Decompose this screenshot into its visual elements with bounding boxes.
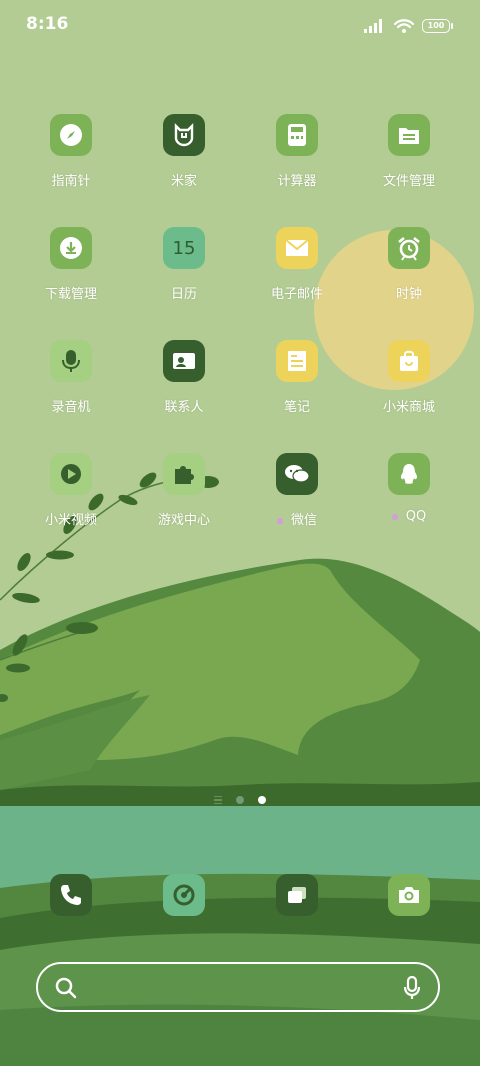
app-label: 指南针 — [51, 174, 91, 189]
app-file-manager[interactable]: 文件管理 — [354, 114, 464, 214]
search-bar[interactable] — [36, 962, 440, 1012]
multitask-icon — [288, 887, 306, 903]
alarm-clock-icon — [388, 227, 430, 269]
page-dot-active[interactable] — [258, 796, 266, 804]
dock-browser[interactable] — [163, 874, 205, 916]
app-label: 下载管理 — [44, 287, 97, 302]
minus-one-screen-icon[interactable] — [214, 796, 222, 804]
search-icon[interactable] — [54, 976, 78, 1000]
puzzle-icon — [163, 453, 205, 495]
browser-icon — [173, 884, 195, 906]
status-icons: 100 — [364, 16, 453, 36]
app-label: 小米视频 — [44, 513, 97, 528]
qq-icon — [388, 453, 430, 495]
app-qq[interactable]: QQ — [354, 453, 464, 553]
video-icon — [50, 453, 92, 495]
app-label: 日历 — [170, 287, 197, 302]
app-label-text: 微信 — [290, 513, 317, 528]
mail-icon — [276, 227, 318, 269]
app-compass[interactable]: 指南针 — [16, 114, 126, 214]
microphone-icon — [50, 340, 92, 382]
app-contacts[interactable]: 联系人 — [129, 340, 239, 440]
app-mi-video[interactable]: 小米视频 — [16, 453, 126, 553]
compass-icon — [50, 114, 92, 156]
calendar-icon: 15 — [163, 227, 205, 269]
mijia-icon — [163, 114, 205, 156]
app-label: 笔记 — [283, 400, 310, 415]
dock-camera[interactable] — [388, 874, 430, 916]
app-label: 微信 — [242, 509, 352, 528]
phone-icon — [61, 885, 81, 905]
status-bar: 8:16 100 — [0, 0, 480, 50]
app-email[interactable]: 电子邮件 — [242, 227, 352, 327]
app-label: 计算器 — [277, 174, 317, 189]
app-recorder[interactable]: 录音机 — [16, 340, 126, 440]
app-label: 小米商城 — [382, 400, 435, 415]
camera-icon — [399, 887, 419, 903]
battery-indicator: 100 — [422, 19, 453, 33]
app-label: 米家 — [170, 174, 197, 189]
app-label: 时钟 — [395, 287, 422, 302]
new-badge-dot — [276, 517, 283, 524]
app-calendar[interactable]: 15 日历 — [129, 227, 239, 327]
app-mi-store[interactable]: 小米商城 — [354, 340, 464, 440]
dock-multitask[interactable] — [276, 874, 318, 916]
calculator-icon — [276, 114, 318, 156]
app-label-text: QQ — [405, 509, 427, 524]
app-label: QQ — [354, 509, 464, 524]
app-label: 电子邮件 — [270, 287, 323, 302]
new-badge-dot — [391, 513, 398, 520]
app-label: 游戏中心 — [157, 513, 210, 528]
app-wechat[interactable]: 微信 — [242, 453, 352, 553]
download-icon — [50, 227, 92, 269]
notes-icon — [276, 340, 318, 382]
signal-icon — [364, 19, 382, 33]
app-mijia[interactable]: 米家 — [129, 114, 239, 214]
page-indicator[interactable] — [214, 796, 266, 804]
file-manager-icon — [388, 114, 430, 156]
app-label: 文件管理 — [382, 174, 435, 189]
page-dot[interactable] — [236, 796, 244, 804]
app-game-center[interactable]: 游戏中心 — [129, 453, 239, 553]
shopping-bag-icon — [388, 340, 430, 382]
status-time: 8:16 — [26, 14, 69, 34]
wifi-icon — [394, 19, 414, 33]
contacts-icon — [163, 340, 205, 382]
voice-search-icon[interactable] — [402, 975, 422, 1001]
app-label: 录音机 — [51, 400, 91, 415]
dock-phone[interactable] — [50, 874, 92, 916]
app-calculator[interactable]: 计算器 — [242, 114, 352, 214]
app-download-manager[interactable]: 下载管理 — [16, 227, 126, 327]
app-label: 联系人 — [164, 400, 204, 415]
app-notes[interactable]: 笔记 — [242, 340, 352, 440]
wechat-icon — [276, 453, 318, 495]
app-clock[interactable]: 时钟 — [354, 227, 464, 327]
